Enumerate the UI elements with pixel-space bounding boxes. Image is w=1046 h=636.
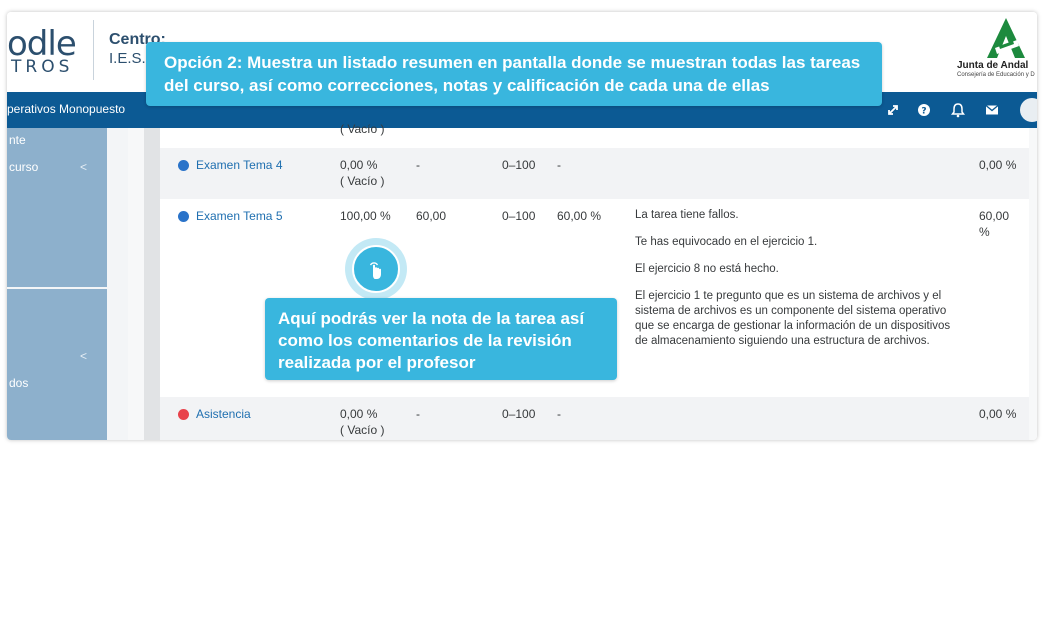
grade-item-link[interactable]: Examen Tema 5 bbox=[196, 208, 283, 224]
chevron-left-icon[interactable]: < bbox=[80, 160, 87, 174]
grade-item-link[interactable]: Asistencia bbox=[196, 406, 251, 422]
assignment-icon bbox=[178, 160, 189, 171]
user-avatar[interactable] bbox=[1020, 98, 1037, 122]
calculated-weight: 100,00 % bbox=[340, 209, 391, 223]
tutorial-callout-top: Opción 2: Muestra un listado resumen en … bbox=[146, 42, 882, 106]
table-row: Asistencia 0,00 % ( Vacío ) - 0–100 - 0,… bbox=[160, 397, 1029, 440]
calculated-weight-sub: ( Vacío ) bbox=[340, 174, 385, 188]
grade-value: 60,00 bbox=[416, 209, 447, 223]
course-title[interactable]: perativos Monopuesto bbox=[7, 102, 125, 116]
tutorial-callout-mid-text: Aquí podrás ver la nota de la tarea así … bbox=[278, 309, 585, 372]
feedback-text: La tarea tiene fallos. Te has equivocado… bbox=[635, 208, 965, 361]
tutorial-callout-mid: Aquí podrás ver la nota de la tarea así … bbox=[265, 298, 617, 380]
tap-hand-icon bbox=[369, 262, 381, 279]
tutorial-hotspot[interactable] bbox=[345, 238, 407, 300]
tutorial-callout-top-text: Opción 2: Muestra un listado resumen en … bbox=[164, 53, 861, 95]
sidebar-section bbox=[7, 128, 107, 287]
grade-value: - bbox=[416, 158, 420, 172]
junta-subtitle: Consejería de Educación y D bbox=[957, 72, 1035, 78]
course-contribution: 0,00 % bbox=[979, 158, 1017, 172]
tutorial-hotspot-button[interactable] bbox=[352, 245, 400, 293]
attendance-icon bbox=[178, 409, 189, 420]
mail-icon[interactable] bbox=[982, 100, 1002, 120]
feedback-line: El ejercicio 8 no está hecho. bbox=[635, 263, 779, 275]
sidebar-item-label[interactable]: dos bbox=[9, 376, 28, 390]
feedback-line: Te has equivocado en el ejercicio 1. bbox=[635, 236, 818, 248]
calculated-weight-sub: ( Vacío ) bbox=[340, 423, 385, 437]
calculated-weight: 0,00 % bbox=[340, 407, 378, 421]
sidebar-section bbox=[7, 289, 107, 440]
grade-report-area: ( Vacío ) Examen Tema 4 0,00 % ( Vacío )… bbox=[128, 122, 1037, 440]
grade-item-link[interactable]: Examen Tema 4 bbox=[196, 157, 283, 173]
grade-range: 0–100 bbox=[502, 158, 536, 172]
chevron-left-icon[interactable]: < bbox=[80, 349, 87, 363]
bell-icon[interactable] bbox=[948, 100, 968, 120]
feedback-line: El ejercicio 1 te pregunto que es un sis… bbox=[635, 290, 951, 347]
junta-logo-icon bbox=[987, 18, 1025, 58]
help-icon[interactable]: ? bbox=[914, 100, 934, 120]
expand-icon[interactable] bbox=[883, 100, 903, 120]
table-row: Examen Tema 4 0,00 % ( Vacío ) - 0–100 -… bbox=[160, 148, 1029, 199]
sidebar-item-label[interactable]: nte bbox=[9, 133, 26, 147]
grade-range: 0–100 bbox=[502, 209, 536, 223]
feedback-line: La tarea tiene fallos. bbox=[635, 209, 739, 221]
svg-text:?: ? bbox=[921, 107, 926, 117]
grade-table: ( Vacío ) Examen Tema 4 0,00 % ( Vacío )… bbox=[160, 122, 1029, 440]
content-gutter bbox=[144, 128, 160, 440]
assignment-icon bbox=[178, 211, 189, 222]
sidebar-item-label[interactable]: curso bbox=[9, 160, 38, 174]
grade-percentage: - bbox=[557, 407, 561, 421]
course-contribution: 0,00 % bbox=[979, 407, 1017, 421]
course-sidebar: nte curso < < dos bbox=[7, 128, 128, 440]
grade-percentage: 60,00 % bbox=[557, 209, 602, 223]
grade-value: - bbox=[416, 407, 420, 421]
prev-row-weight-sub: ( Vacío ) bbox=[340, 122, 385, 136]
calculated-weight: 0,00 % bbox=[340, 158, 378, 172]
grade-range: 0–100 bbox=[502, 407, 536, 421]
junta-name: Junta de Andal bbox=[957, 60, 1029, 71]
grade-percentage: - bbox=[557, 158, 561, 172]
centro-value: I.E.S. bbox=[109, 50, 146, 67]
header-divider bbox=[93, 20, 94, 80]
course-contribution: 60,00 % bbox=[979, 209, 1010, 239]
site-logo-subtitle: TROS bbox=[11, 57, 74, 77]
